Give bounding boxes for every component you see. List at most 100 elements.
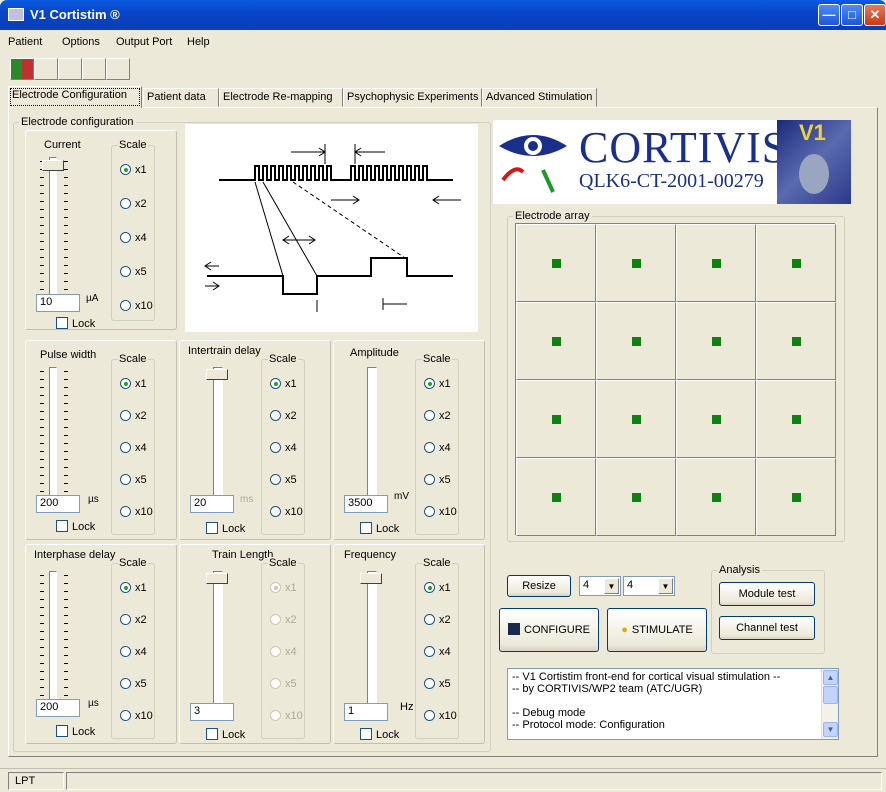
menu-output-port[interactable]: Output Port	[116, 36, 172, 48]
frequency-value-input[interactable]: 1	[344, 703, 388, 721]
intertrain-delay-scale-x5[interactable]: x5	[270, 474, 297, 486]
electrode-cell[interactable]	[516, 224, 596, 302]
current-scale-x2[interactable]: x2	[120, 198, 147, 210]
intertrain-delay-lock-checkbox[interactable]: Lock	[206, 522, 245, 535]
interphase-delay-scale-x2[interactable]: x2	[120, 614, 147, 626]
amplitude-scale-x2[interactable]: x2	[424, 410, 451, 422]
electrode-cell[interactable]	[596, 224, 676, 302]
slider-thumb[interactable]	[206, 573, 228, 584]
intertrain-delay-scale-x10[interactable]: x10	[270, 506, 303, 518]
stimulate-button[interactable]: ● STIMULATE	[607, 608, 707, 652]
tab-electrode-configuration[interactable]: Electrode Configuration	[8, 86, 142, 108]
train-length-scale-x1[interactable]: x1	[270, 582, 297, 594]
menu-patient[interactable]: Patient	[8, 36, 42, 48]
module-test-button[interactable]: Module test	[719, 582, 815, 606]
chevron-down-icon[interactable]: ▼	[658, 578, 673, 594]
electrode-cell[interactable]	[596, 458, 676, 536]
train-length-lock-checkbox[interactable]: Lock	[206, 728, 245, 741]
current-value-input[interactable]: 10	[36, 294, 80, 312]
current-scale-x4[interactable]: x4	[120, 232, 147, 244]
pulse-width-lock-checkbox[interactable]: Lock	[56, 520, 95, 533]
frequency-lock-checkbox[interactable]: Lock	[360, 728, 399, 741]
log-scrollbar[interactable]: ▲ ▼	[821, 669, 838, 739]
resize-button[interactable]: Resize	[507, 575, 571, 597]
log-textarea[interactable]: -- V1 Cortistim front-end for cortical v…	[507, 668, 839, 740]
toolbar-button-3[interactable]	[58, 58, 82, 80]
electrode-cell[interactable]	[756, 224, 836, 302]
train-length-scale-x4[interactable]: x4	[270, 646, 297, 658]
toolbar-button-4[interactable]	[82, 58, 106, 80]
current-scale-x5[interactable]: x5	[120, 266, 147, 278]
electrode-cell[interactable]	[516, 302, 596, 380]
frequency-scale-x5[interactable]: x5	[424, 678, 451, 690]
train-length-scale-x5[interactable]: x5	[270, 678, 297, 690]
tab-electrode-remapping[interactable]: Electrode Re-mapping	[219, 88, 343, 107]
current-lock-checkbox[interactable]: Lock	[56, 317, 95, 330]
scroll-thumb[interactable]	[823, 686, 838, 704]
amplitude-scale-x4[interactable]: x4	[424, 442, 451, 454]
grid-icon[interactable]	[10, 58, 34, 80]
interphase-delay-scale-x5[interactable]: x5	[120, 678, 147, 690]
current-slider[interactable]	[40, 157, 68, 303]
interphase-delay-scale-x1[interactable]: x1	[120, 582, 147, 594]
electrode-cell[interactable]	[596, 380, 676, 458]
chevron-down-icon[interactable]: ▼	[604, 578, 619, 594]
menu-options[interactable]: Options	[62, 36, 100, 48]
toolbar-button-5[interactable]	[106, 58, 130, 80]
frequency-scale-x2[interactable]: x2	[424, 614, 451, 626]
slider-thumb[interactable]	[206, 369, 228, 380]
amplitude-scale-x5[interactable]: x5	[424, 474, 451, 486]
slider-thumb[interactable]	[360, 573, 382, 584]
electrode-cell[interactable]	[516, 380, 596, 458]
amplitude-scale-x1[interactable]: x1	[424, 378, 451, 390]
close-button[interactable]: ✕	[864, 4, 886, 26]
intertrain-delay-scale-x1[interactable]: x1	[270, 378, 297, 390]
scroll-up-icon[interactable]: ▲	[823, 670, 838, 685]
interphase-delay-scale-x10[interactable]: x10	[120, 710, 153, 722]
intertrain-delay-value-input[interactable]: 20	[190, 495, 234, 513]
menu-help[interactable]: Help	[187, 36, 210, 48]
tab-advanced-stimulation[interactable]: Advanced Stimulation	[482, 88, 597, 107]
frequency-scale-x1[interactable]: x1	[424, 582, 451, 594]
channel-test-button[interactable]: Channel test	[719, 616, 815, 640]
amplitude-lock-checkbox[interactable]: Lock	[360, 522, 399, 535]
amplitude-value-input[interactable]: 3500	[344, 495, 388, 513]
amplitude-slider[interactable]	[358, 367, 386, 513]
pulse-width-scale-x4[interactable]: x4	[120, 442, 147, 454]
minimize-button[interactable]: —	[818, 4, 840, 26]
electrode-cell[interactable]	[756, 380, 836, 458]
electrode-cell[interactable]	[516, 458, 596, 536]
frequency-slider[interactable]	[358, 571, 386, 717]
slider-thumb[interactable]	[42, 160, 64, 171]
electrode-cell[interactable]	[756, 302, 836, 380]
pulse-width-scale-x2[interactable]: x2	[120, 410, 147, 422]
intertrain-delay-scale-x4[interactable]: x4	[270, 442, 297, 454]
electrode-cell[interactable]	[676, 458, 756, 536]
pulse-width-scale-x1[interactable]: x1	[120, 378, 147, 390]
electrode-cell[interactable]	[676, 224, 756, 302]
train-length-value-input[interactable]: 3	[190, 703, 234, 721]
train-length-scale-x10[interactable]: x10	[270, 710, 303, 722]
electrode-cell[interactable]	[596, 302, 676, 380]
electrode-cell[interactable]	[676, 302, 756, 380]
interphase-delay-lock-checkbox[interactable]: Lock	[56, 725, 95, 738]
tab-patient-data[interactable]: Patient data	[143, 88, 219, 107]
interphase-delay-scale-x4[interactable]: x4	[120, 646, 147, 658]
train-length-scale-x2[interactable]: x2	[270, 614, 297, 626]
toolbar-button-2[interactable]	[34, 58, 58, 80]
pulse-width-value-input[interactable]: 200	[36, 495, 80, 513]
pulse-width-slider[interactable]	[40, 367, 68, 513]
tab-psychophysic-experiments[interactable]: Psychophysic Experiments	[343, 88, 482, 107]
amplitude-scale-x10[interactable]: x10	[424, 506, 457, 518]
rows-select[interactable]: 4 ▼	[579, 576, 621, 596]
electrode-cell[interactable]	[756, 458, 836, 536]
scroll-down-icon[interactable]: ▼	[823, 722, 838, 737]
pulse-width-scale-x10[interactable]: x10	[120, 506, 153, 518]
frequency-scale-x10[interactable]: x10	[424, 710, 457, 722]
current-scale-x1[interactable]: x1	[120, 164, 147, 176]
intertrain-delay-scale-x2[interactable]: x2	[270, 410, 297, 422]
pulse-width-scale-x5[interactable]: x5	[120, 474, 147, 486]
electrode-cell[interactable]	[676, 380, 756, 458]
cols-select[interactable]: 4 ▼	[623, 576, 675, 596]
intertrain-delay-slider[interactable]	[204, 367, 232, 513]
